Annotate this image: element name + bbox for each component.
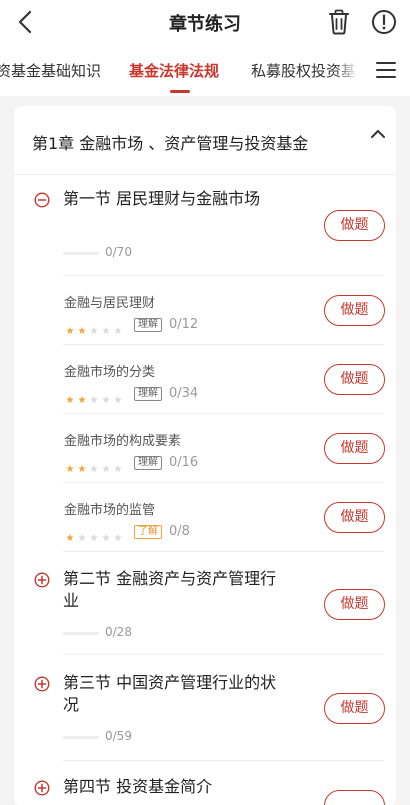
level-badge: 理解 — [134, 387, 162, 401]
star-icon: ★ — [77, 533, 87, 544]
tab-fund-laws[interactable]: 基金法律法规 — [129, 60, 219, 81]
level-badge: 理解 — [134, 456, 162, 470]
star-icon: ★ — [113, 464, 123, 475]
divider — [63, 760, 384, 761]
star-icon: ★ — [113, 326, 123, 337]
chapter-title[interactable]: 第1章 金融市场 、资产管理与投资基金 — [32, 130, 308, 154]
divider — [63, 482, 384, 483]
progress-text: 0/59 — [105, 729, 132, 743]
star-icon: ★ — [65, 395, 75, 406]
progress-text: 0/8 — [169, 524, 190, 539]
divider — [63, 551, 384, 552]
top-bar: 章节练习 — [0, 0, 410, 44]
minus-circle-icon[interactable] — [34, 192, 50, 208]
progress-text: 0/70 — [105, 245, 132, 259]
practice-button[interactable]: 做题 — [324, 210, 385, 241]
category-tabs: 资基金基础知识 基金法律法规 私募股权投资基 — [0, 44, 410, 96]
tab-fund-basics[interactable]: 资基金基础知识 — [0, 60, 101, 81]
divider — [63, 344, 384, 345]
difficulty-stars: ★ ★ ★ ★ ★ — [64, 319, 124, 337]
star-icon: ★ — [65, 464, 75, 475]
star-icon: ★ — [101, 326, 111, 337]
star-icon: ★ — [113, 533, 123, 544]
exclamation-circle-icon[interactable] — [371, 9, 397, 35]
plus-circle-icon[interactable] — [34, 676, 50, 692]
subsection-title: 金融市场的分类 — [64, 365, 156, 380]
progress-text: 0/12 — [169, 317, 199, 332]
progress-text: 0/16 — [169, 455, 199, 470]
subsection-title: 金融与居民理财 — [64, 296, 156, 311]
star-icon: ★ — [89, 326, 99, 337]
divider — [63, 413, 384, 414]
chevron-up-icon[interactable] — [368, 124, 388, 144]
star-icon: ★ — [65, 533, 75, 544]
progress-text: 0/28 — [105, 625, 132, 639]
progress-bar — [63, 632, 99, 635]
divider — [63, 654, 384, 655]
section-title: 第二节 金融资产与资产管理行业 — [63, 569, 277, 610]
divider — [63, 275, 384, 276]
progress-text: 0/34 — [169, 386, 199, 401]
section-title: 第三节 中国资产管理行业的状况 — [63, 673, 277, 714]
progress-bar — [63, 252, 99, 255]
section-title: 第一节 居民理财与金融市场 — [63, 189, 261, 208]
star-icon: ★ — [113, 395, 123, 406]
star-icon: ★ — [89, 533, 99, 544]
practice-button[interactable]: 做题 — [324, 295, 385, 326]
level-badge: 了解 — [134, 525, 162, 539]
difficulty-stars: ★ ★ ★ ★ ★ — [64, 457, 124, 475]
section-title: 第四节 投资基金简介 — [63, 777, 213, 796]
tab-menu-button[interactable] — [366, 44, 410, 96]
trash-icon[interactable] — [326, 8, 352, 36]
difficulty-stars: ★ ★ ★ ★ ★ — [64, 388, 124, 406]
difficulty-stars: ★ ★ ★ ★ ★ — [64, 526, 124, 544]
tab-fade — [335, 44, 367, 96]
star-icon: ★ — [65, 326, 75, 337]
plus-circle-icon[interactable] — [34, 572, 50, 588]
plus-circle-icon[interactable] — [34, 780, 50, 796]
star-icon: ★ — [77, 464, 87, 475]
star-icon: ★ — [89, 395, 99, 406]
divider — [14, 174, 396, 175]
progress-bar — [63, 736, 99, 739]
hamburger-menu-icon[interactable] — [376, 61, 396, 79]
chapter-card: 第1章 金融市场 、资产管理与投资基金 第一节 居民理财与金融市场 0/70 做… — [14, 106, 396, 805]
star-icon: ★ — [101, 464, 111, 475]
star-icon: ★ — [77, 326, 87, 337]
star-icon: ★ — [101, 395, 111, 406]
active-tab-indicator — [170, 90, 190, 93]
level-badge: 理解 — [134, 318, 162, 332]
practice-button[interactable]: 做题 — [324, 433, 385, 464]
subsection-title: 金融市场的监管 — [64, 503, 156, 518]
star-icon: ★ — [89, 464, 99, 475]
star-icon: ★ — [77, 395, 87, 406]
practice-button[interactable]: 做题 — [324, 502, 385, 533]
practice-button[interactable] — [324, 790, 385, 805]
star-icon: ★ — [101, 533, 111, 544]
subsection-title: 金融市场的构成要素 — [64, 434, 182, 449]
practice-button[interactable]: 做题 — [324, 364, 385, 395]
practice-button[interactable]: 做题 — [324, 693, 385, 724]
practice-button[interactable]: 做题 — [324, 589, 385, 620]
